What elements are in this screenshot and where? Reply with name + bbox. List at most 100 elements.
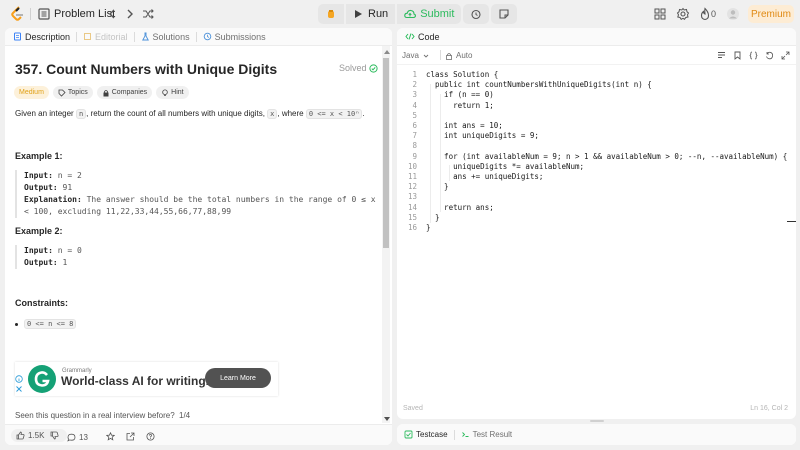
layout-grid-icon[interactable] (653, 7, 667, 21)
tab-description[interactable]: Description (13, 32, 70, 42)
output-label: Output: (24, 183, 58, 192)
interview-page[interactable]: 1/4 (179, 411, 190, 420)
history-icon (203, 32, 211, 41)
format-icon[interactable] (717, 51, 726, 60)
example-1-output: 91 (57, 183, 73, 192)
example-1-block: Input: n = 2 Output: 91 Explanation: The… (15, 170, 376, 218)
bookmark-icon[interactable] (733, 51, 742, 60)
tab-editorial-label: Editorial (95, 31, 128, 42)
shuffle-icon[interactable] (141, 7, 155, 21)
divider (397, 64, 796, 65)
notes-button[interactable] (491, 4, 518, 24)
line-number: 4 (412, 100, 417, 110)
example-2-block: Input: n = 0 Output: 1 (15, 245, 82, 269)
star-icon[interactable] (106, 432, 115, 441)
constraints-heading: Constraints: (15, 298, 69, 308)
description-tabs: Description Editorial Solutions Submissi… (5, 28, 392, 46)
code-text: uniqueDigits *= availableNum; (426, 161, 585, 171)
save-status: Saved (403, 405, 423, 412)
example-2-input: n = 0 (52, 246, 82, 255)
code-text: for (int availableNum = 9; n > 1 && avai… (426, 151, 788, 161)
debug-button[interactable] (318, 4, 344, 24)
run-submit-group: Run Submit (318, 4, 518, 24)
tag-icon (58, 89, 66, 97)
line-number: 3 (412, 90, 417, 100)
overview-ruler-marker (787, 221, 796, 222)
thumbs-up-icon[interactable] (16, 431, 25, 440)
auto-mode[interactable]: Auto (445, 51, 472, 60)
problem-list-icon[interactable] (37, 7, 51, 21)
line-number: 5 (412, 110, 417, 120)
tab-code[interactable]: Code (405, 32, 440, 42)
cloud-upload-icon (404, 9, 417, 19)
avatar-icon[interactable] (726, 7, 740, 21)
lock-icon (446, 52, 452, 60)
line-number: 14 (407, 202, 417, 212)
chevron-left-icon[interactable] (105, 7, 119, 21)
thumbs-down-icon[interactable] (50, 431, 59, 440)
tab-testcase[interactable]: Testcase (404, 430, 448, 439)
line-number: 11 (407, 172, 417, 181)
premium-button[interactable]: Premium (748, 5, 794, 23)
timer-button[interactable] (463, 4, 490, 24)
flame-icon[interactable] (698, 7, 712, 21)
advertisement[interactable]: Grammarly World-class AI for writing. Le… (15, 362, 278, 396)
desc-text: . (362, 109, 365, 118)
leetcode-logo-icon[interactable] (10, 6, 26, 22)
cursor-position: Ln 16, Col 2 (750, 405, 788, 412)
like-count: 1.5K (28, 431, 45, 440)
language-select[interactable]: Java (402, 51, 430, 60)
submit-button[interactable]: Submit (397, 4, 462, 24)
run-label: Run (368, 8, 389, 20)
input-label: Input: (24, 246, 53, 255)
submit-label: Submit (420, 8, 455, 20)
input-label: Input: (24, 171, 53, 180)
help-icon[interactable] (146, 432, 155, 441)
problem-description: Given an integer n, return the count of … (15, 109, 365, 119)
auto-label: Auto (456, 51, 473, 60)
ad-close-icon[interactable] (15, 385, 23, 393)
panel-resize-handle[interactable] (590, 420, 604, 422)
problem-title: 357. Count Numbers with Unique Digits (15, 61, 278, 77)
example-1-heading: Example 1: (15, 151, 63, 161)
settings-gear-icon[interactable] (676, 7, 690, 21)
scroll-up-arrow[interactable] (384, 50, 390, 54)
code-text: if (n == 0) (426, 90, 494, 100)
expand-icon[interactable] (781, 51, 790, 60)
companies-chip[interactable]: Companies (96, 86, 153, 99)
line-number: 9 (412, 151, 417, 161)
ad-info-icon[interactable] (15, 375, 23, 383)
run-button[interactable]: Run (346, 4, 396, 24)
tab-editorial[interactable]: Editorial (83, 32, 128, 42)
desc-text: , return the count of all numbers with u… (86, 109, 268, 118)
streak-count: 0 (711, 9, 717, 19)
grammarly-g-icon (34, 371, 50, 387)
lightbulb-icon (162, 89, 168, 96)
scroll-down-arrow[interactable] (384, 417, 390, 421)
line-number: 12 (407, 182, 417, 192)
braces-icon[interactable] (749, 51, 758, 60)
topics-chip[interactable]: Topics (52, 86, 93, 99)
code-text: } (426, 212, 440, 222)
code-text: ans += uniqueDigits; (426, 172, 544, 181)
tab-solutions[interactable]: Solutions (141, 32, 190, 42)
topics-label: Topics (67, 89, 88, 96)
share-icon[interactable] (126, 432, 135, 441)
tab-submissions-label: Submissions (214, 31, 266, 42)
check-circle-icon (368, 63, 378, 73)
tab-submissions[interactable]: Submissions (203, 32, 266, 42)
example-2-heading: Example 2: (15, 226, 63, 236)
reset-icon[interactable] (765, 51, 774, 60)
scrollbar-thumb[interactable] (383, 58, 389, 248)
ad-headline: World-class AI for writing. (61, 374, 210, 388)
constraint-item: 0 <= n <= 8 (15, 319, 77, 329)
play-icon (355, 10, 362, 18)
ad-learn-more-button[interactable]: Learn More (205, 368, 271, 388)
chevron-down-icon (423, 54, 429, 58)
code-panel: Code Java Auto 1 class Solution { 2 publi… (397, 28, 796, 419)
comments-button[interactable]: 13 (67, 433, 88, 442)
alarm-clock-icon (471, 9, 481, 20)
hint-chip[interactable]: Hint (156, 86, 189, 99)
tab-test-result[interactable]: Test Result (461, 430, 512, 439)
chevron-right-icon[interactable] (123, 7, 137, 21)
